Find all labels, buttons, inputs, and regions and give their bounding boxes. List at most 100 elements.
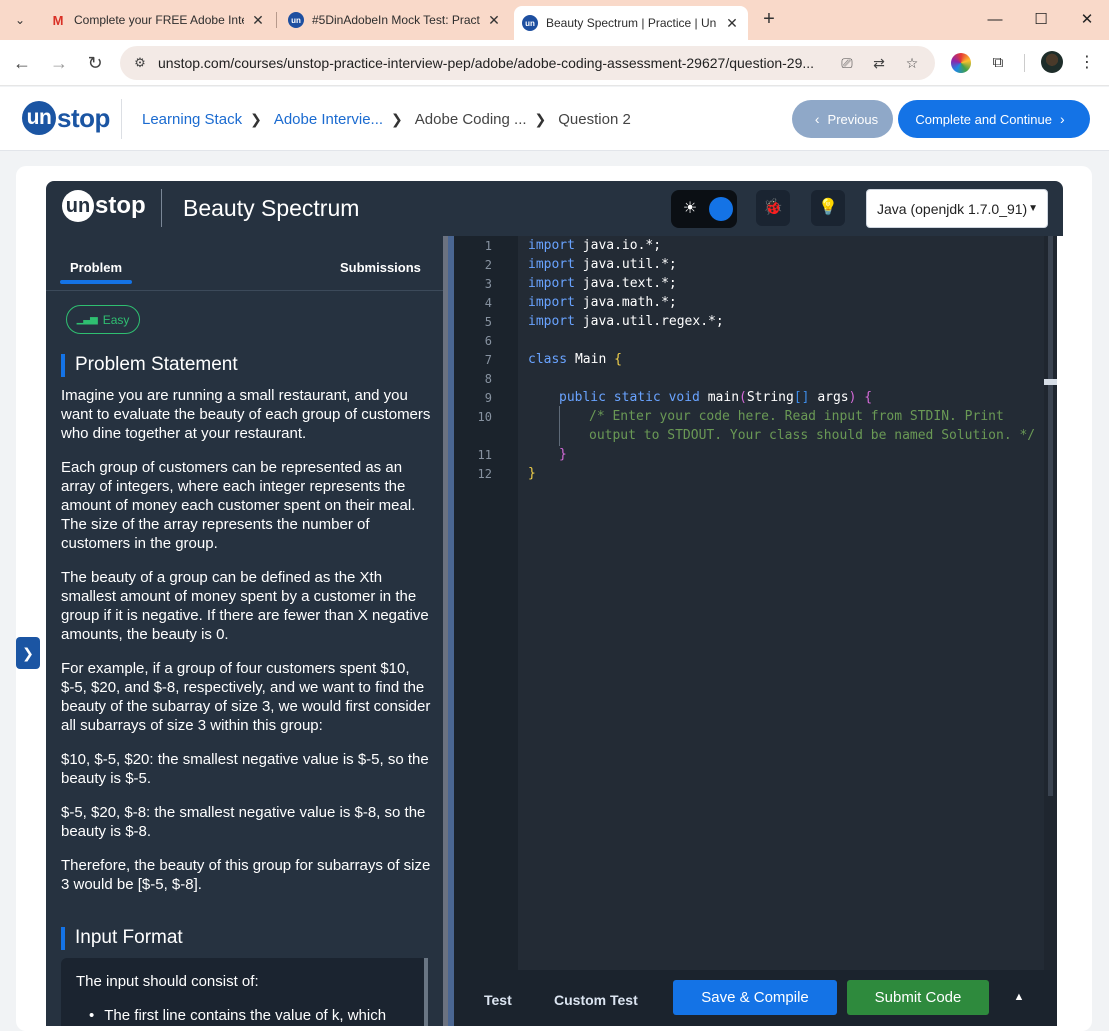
code-line: import java.math.*; — [528, 295, 677, 310]
import-path: java.util.regex.*; — [582, 314, 724, 329]
statement-paragraph: Therefore, the beauty of this group for … — [61, 857, 431, 893]
tab-problem[interactable]: Problem — [70, 260, 122, 275]
tab-title: Beauty Spectrum | Practice | Un — [546, 16, 717, 30]
input-format-heading: Input Format — [61, 926, 183, 950]
line-number: 5 — [484, 315, 492, 329]
close-icon[interactable]: ✕ — [486, 12, 502, 29]
breadcrumb-adobe-coding[interactable]: Adobe Coding ... — [415, 111, 527, 128]
problem-statement-body: Imagine you are running a small restaura… — [61, 386, 433, 909]
brace: { — [614, 352, 622, 367]
bracket: [] — [793, 390, 810, 405]
code-line: class Main { — [528, 352, 622, 367]
browser-tab-mock-test[interactable]: un #5DinAdobeIn Mock Test: Pract ✕ — [280, 6, 510, 34]
address-bar[interactable]: ⚙ unstop.com/courses/unstop-practice-int… — [120, 46, 935, 80]
unstop-logo[interactable]: un stop — [22, 101, 110, 135]
submit-code-button[interactable]: Submit Code — [847, 980, 989, 1015]
problem-tabs: Problem Submissions — [46, 236, 446, 291]
minimize-icon[interactable]: — — [983, 8, 1007, 32]
caret-down-icon: ▼ — [1028, 203, 1038, 214]
save-compile-button[interactable]: Save & Compile — [673, 980, 837, 1015]
new-tab-icon[interactable]: + — [758, 8, 780, 30]
code-editor[interactable]: 1 2 3 4 5 6 7 8 9 10 11 12 import java.i… — [454, 236, 1057, 970]
statement-paragraph: For example, if a group of four customer… — [61, 660, 431, 734]
browser-tab-gmail[interactable]: M Complete your FREE Adobe Inte ✕ — [42, 6, 274, 34]
forward-arrow-icon[interactable]: → — [47, 51, 71, 75]
input-box-scrollbar[interactable] — [424, 958, 428, 1026]
keyword: import — [528, 314, 575, 329]
sun-icon: ☀ — [682, 200, 698, 217]
breadcrumb-learning-stack[interactable]: Learning Stack — [142, 111, 242, 128]
unstop-icon: un — [522, 15, 538, 31]
extensions-puzzle-icon[interactable]: ⧉ — [988, 53, 1008, 73]
paren: ( — [739, 390, 747, 405]
indent-guide — [559, 406, 560, 446]
translate-icon[interactable]: ⇄ — [869, 53, 889, 73]
statement-paragraph: Each group of customers can be represent… — [61, 459, 416, 552]
browser-toolbar: ← → ↻ ⚙ unstop.com/courses/unstop-practi… — [0, 40, 1109, 86]
input-intro: The input should consist of: — [76, 973, 259, 990]
tab-search-icon[interactable]: ⌄ — [8, 8, 32, 32]
ide-header-divider — [161, 189, 162, 227]
keyword: public static void — [559, 390, 700, 405]
debug-bug-icon[interactable]: 🐞 — [756, 190, 790, 226]
color-extension-icon[interactable] — [951, 53, 971, 73]
profile-avatar[interactable] — [1041, 51, 1063, 73]
theme-toggle[interactable]: ☀ — [671, 190, 737, 228]
line-number: 2 — [484, 258, 492, 272]
complete-and-continue-button[interactable]: Complete and Continue › — [898, 100, 1090, 138]
statement-paragraph: $10, $-5, $20: the smallest negative val… — [61, 751, 429, 787]
close-icon[interactable]: ✕ — [724, 15, 740, 32]
back-arrow-icon[interactable]: ← — [10, 51, 34, 75]
breadcrumb: Learning Stack ❯ Adobe Intervie... ❯ Ado… — [142, 87, 631, 151]
difficulty-label: Easy — [102, 312, 130, 327]
keyword: import — [528, 295, 575, 310]
keyword: class — [528, 352, 568, 367]
ide-unstop-logo: un stop — [62, 190, 146, 222]
input-bullet: • The first line contains the value of k,… — [89, 1007, 386, 1024]
code-line: import java.io.*; — [528, 238, 661, 253]
scrollbar-thumb[interactable] — [1044, 379, 1057, 385]
method-name: main — [707, 390, 740, 405]
line-number: 4 — [484, 296, 492, 310]
hint-lightbulb-icon[interactable]: 💡 — [811, 190, 845, 226]
test-tab[interactable]: Test — [484, 992, 512, 1008]
install-app-icon[interactable]: ⎚ — [837, 53, 857, 73]
tab-submissions[interactable]: Submissions — [340, 260, 421, 275]
custom-test-tab[interactable]: Custom Test — [554, 992, 638, 1008]
editor-scrollbar[interactable] — [1044, 236, 1057, 970]
line-number: 7 — [484, 353, 492, 367]
reload-icon[interactable]: ↻ — [83, 51, 107, 75]
import-path: java.text.*; — [582, 276, 677, 291]
keyword: import — [528, 257, 575, 272]
breadcrumb-adobe-interview[interactable]: Adobe Intervie... — [274, 111, 383, 128]
language-value: Java (openjdk 1.7.0_91) — [877, 200, 1028, 217]
active-tab-indicator — [60, 280, 132, 284]
heading-accent — [61, 926, 65, 950]
sidebar-expand-button[interactable]: ❯ — [16, 637, 40, 669]
closing-brace: } — [528, 466, 536, 481]
site-settings-icon[interactable]: ⚙ — [130, 53, 150, 73]
input-format-box: The input should consist of: • The first … — [61, 958, 428, 1026]
previous-button[interactable]: ‹ Previous — [792, 100, 893, 138]
line-number: 11 — [477, 448, 492, 462]
bookmark-star-icon[interactable]: ☆ — [902, 53, 922, 73]
line-number: 9 — [484, 391, 492, 405]
caret-up-icon[interactable]: ▲ — [1010, 988, 1028, 1006]
line-number: 3 — [484, 277, 492, 291]
browser-tab-beauty-spectrum[interactable]: un Beauty Spectrum | Practice | Un ✕ — [514, 6, 748, 40]
language-select[interactable]: Java (openjdk 1.7.0_91) ▼ — [866, 189, 1048, 228]
site-header: un stop Learning Stack ❯ Adobe Intervie.… — [0, 87, 1109, 151]
maximize-icon[interactable]: ☐ — [1029, 8, 1053, 32]
paren: ) — [848, 390, 857, 405]
problem-panel: Problem Submissions ▁▃▅ Easy Problem Sta… — [46, 236, 446, 1026]
problem-title: Beauty Spectrum — [183, 195, 360, 221]
close-icon[interactable]: ✕ — [250, 12, 266, 29]
window-close-icon[interactable]: ✕ — [1075, 8, 1099, 32]
url-text[interactable]: unstop.com/courses/unstop-practice-inter… — [158, 46, 838, 80]
code-line: import java.util.regex.*; — [528, 314, 724, 329]
keyword: import — [528, 276, 575, 291]
breadcrumb-question: Question 2 — [558, 110, 631, 128]
toolbar-divider — [1024, 54, 1025, 72]
code-line: public static void main(String[] args) { — [559, 390, 872, 405]
kebab-menu-icon[interactable]: ⋮ — [1077, 51, 1097, 75]
